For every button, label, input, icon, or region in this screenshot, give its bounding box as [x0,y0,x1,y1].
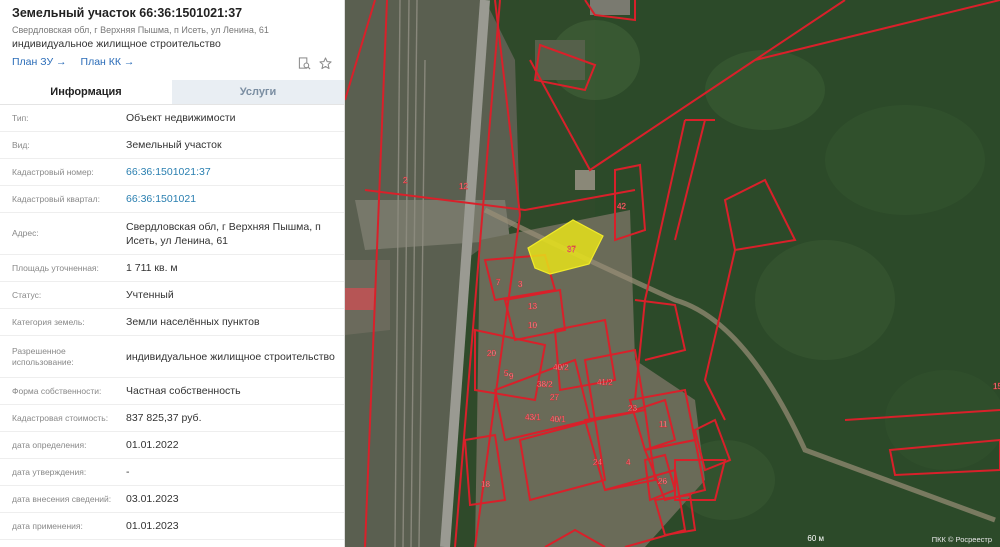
attribute-label: Площадь уточненная: [12,262,99,273]
attribute-value: Земельный участок [126,139,222,151]
cadastral-number-link[interactable]: 66:36:1501021:37 [126,159,344,185]
attribute-label: Разрешенное использование: [12,345,74,367]
attribute-label: Статус: [12,289,42,300]
parcel-number-label: 40/1 [550,415,566,424]
tab-info[interactable]: Информация [0,80,172,104]
header-actions [298,57,332,70]
parcel-number-label: 10 [528,321,537,330]
parcel-number-label: 23 [628,404,637,413]
scale-label: 60 м [807,534,824,543]
attribute-value: 1 711 кв. м [126,262,178,274]
parcel-usage: индивидуальное жилищное строительство [12,38,221,50]
attribute-row: дата определения: 01.01.2022 [0,432,344,459]
attribute-label: Кадастровый номер: [12,166,94,177]
attribute-value: 837 825,37 руб. [126,412,202,424]
search-document-icon[interactable] [298,57,311,70]
attribute-label: дата утверждения: [12,466,87,477]
parcel-number-label: 4 [626,458,631,467]
attribute-row: Вид: Земельный участок [0,132,344,159]
attribute-row: Адрес: Свердловская обл, г Верхняя Пышма,… [0,213,344,255]
attribute-value: Объект недвижимости [126,112,236,124]
attribute-row: Разрешенное использование: индивидуальное… [0,336,344,378]
parcel-number-label: 5 [504,369,509,378]
attribute-value: Свердловская обл, г Верхняя Пышма, п Исе… [126,220,321,247]
attribute-label: Кадастровый квартал: [12,193,100,204]
attribute-label: Вид: [12,139,30,150]
attribute-row: дата внесения сведений: 03.01.2023 [0,486,344,513]
attribute-row: Кадастровый квартал: 66:36:1501021 [0,186,344,213]
parcel-number-label: 2 [403,176,408,185]
parcel-number-label: 41/2 [597,378,613,387]
attribute-row: дата применения: 01.01.2023 [0,513,344,540]
attribute-row: Площадь уточненная: 1 711 кв. м [0,255,344,282]
attribute-row: Форма собственности: Частная собственност… [0,378,344,405]
info-panel: Земельный участок 66:36:1501021:37 Сверд… [0,0,345,547]
parcel-number-label: 11 [659,420,668,429]
attribute-label: Тип: [12,112,29,123]
attribute-value: - [126,466,130,478]
cadastral-quarter-link[interactable]: 66:36:1501021 [126,186,344,212]
attribute-label: Адрес: [12,228,39,238]
panel-header: Земельный участок 66:36:1501021:37 Сверд… [0,0,344,80]
parcel-number-label: 43/1 [525,413,541,422]
attribute-row: Статус: Учтенный [0,282,344,309]
plan-links: План ЗУ → План КК → [12,56,332,68]
parcel-number-label: 42 [617,202,626,211]
attribute-row: Кадастровая стоимость: 837 825,37 руб. [0,405,344,432]
attribute-value: Земли населённых пунктов [126,316,260,328]
parcel-number-label: 12 [459,182,468,191]
attribute-label: дата применения: [12,520,83,531]
attribute-label: Категория земель: [12,316,85,327]
attribute-label: Кадастровая стоимость: [12,412,109,423]
star-icon[interactable] [319,57,332,70]
parcel-number-label: 13 [528,302,537,311]
parcel-number-label: 37 [567,245,576,254]
parcel-number-label: 20 [487,349,496,358]
parcel-number-label: 3 [518,280,523,289]
parcel-number-label: 15 [993,382,1000,391]
map-canvas[interactable]: 37 2 12 42 7 3 13 20 9 23 27 40/2 41/2 18 26 11 5 4 24 38/2… [345,0,1000,547]
attribute-value: Частная собственность [126,385,241,397]
attribute-table: Тип: Объект недвижимости Вид: Земельный уча… [0,105,344,540]
attribute-row: Тип: Объект недвижимости [0,105,344,132]
attribute-value: индивидуальное жилищное строительство [126,350,335,363]
plan-kk-link[interactable]: План КК → [81,56,135,68]
map-copyright: ПКК © Росреестр [931,535,992,544]
parcel-number-label: 18 [481,480,490,489]
parcel-number-label: 40/2 [553,363,569,372]
parcel-number-label: 7 [496,278,501,287]
parcel-title: Земельный участок 66:36:1501021:37 [12,6,243,20]
parcel-number-label: 9 [509,372,514,381]
panel-tabs: Информация Услуги [0,80,344,105]
parcel-number-label: 26 [658,477,667,486]
attribute-row: Категория земель: Земли населённых пункто… [0,309,344,336]
attribute-row: Кадастровый номер: 66:36:1501021:37 [0,159,344,186]
parcel-number-label: 38/2 [537,380,553,389]
attribute-value: 01.01.2022 [126,439,179,451]
attribute-value: Учтенный [126,289,174,301]
attribute-label: дата внесения сведений: [12,493,112,504]
attribute-value: 03.01.2023 [126,493,179,505]
map-view[interactable]: 37 2 12 42 7 3 13 20 9 23 27 40/2 41/2 18 26 11 5 4 24 38/2… [345,0,1000,547]
attribute-label: Форма собственности: [12,385,102,396]
parcel-number-label: 24 [593,458,602,467]
attribute-row: дата утверждения: - [0,459,344,486]
tab-services[interactable]: Услуги [172,80,344,104]
attribute-label: дата определения: [12,439,87,450]
parcel-address: Свердловская обл, г Верхняя Пышма, п Исе… [12,25,269,35]
parcel-number-label: 27 [550,393,559,402]
attribute-value: 01.01.2023 [126,520,179,532]
plan-zu-link[interactable]: План ЗУ → [12,56,67,68]
